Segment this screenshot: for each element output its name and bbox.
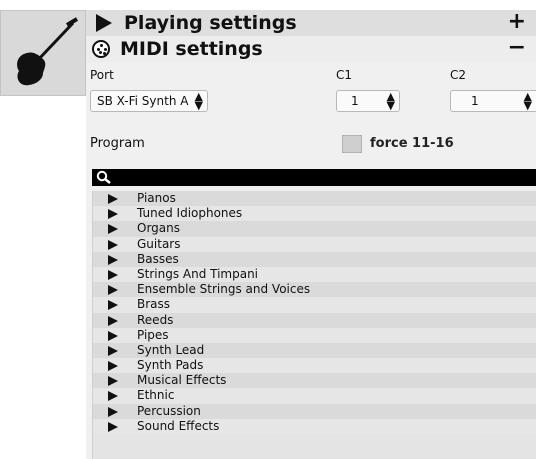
tree-item[interactable]: Pianos xyxy=(93,191,536,207)
expand-arrow-icon[interactable] xyxy=(108,209,118,220)
tree-item-label: Strings And Timpani xyxy=(137,266,259,281)
expand-arrow-icon[interactable] xyxy=(108,269,118,280)
instrument-tree: Pianos Tuned Idiophones Organs Guitars Basse… xyxy=(92,191,536,459)
expand-arrow-icon[interactable] xyxy=(108,194,118,204)
tree-item[interactable]: Reeds xyxy=(93,312,536,328)
expand-arrow-icon[interactable] xyxy=(108,406,118,417)
c2-label: C2 xyxy=(450,68,467,82)
tree-item[interactable]: Guitars xyxy=(93,236,536,252)
c1-select-value: 1 xyxy=(351,94,359,108)
expand-arrow-icon[interactable] xyxy=(108,330,118,341)
midi-settings-title: MIDI settings xyxy=(120,38,263,60)
expand-arrow-icon[interactable] xyxy=(108,224,118,235)
tree-item[interactable]: Basses xyxy=(93,251,536,267)
midi-connector-icon xyxy=(92,40,110,58)
tree-item[interactable]: Organs xyxy=(93,221,536,237)
tree-item[interactable]: Synth Lead xyxy=(93,342,536,359)
tree-item-label: Musical Effects xyxy=(137,373,227,388)
tree-item-label: Percussion xyxy=(137,403,201,418)
guitar-icon xyxy=(17,17,79,86)
expand-arrow-icon[interactable] xyxy=(108,391,118,402)
settings-panel: Playing settings + MIDI settings − Port … xyxy=(86,9,536,459)
expand-arrow-icon[interactable] xyxy=(108,376,118,387)
search-icon xyxy=(96,170,111,184)
expand-arrow-icon[interactable] xyxy=(108,285,118,296)
tree-item-label: Pipes xyxy=(137,327,169,342)
expand-arrow-icon[interactable] xyxy=(108,315,118,326)
tree-item-label: Sound Effects xyxy=(137,418,220,433)
tree-item[interactable]: Ensemble Strings and Voices xyxy=(93,282,536,298)
tree-item-label: Pianos xyxy=(137,191,176,205)
spinner-icon: ▲ ▼ xyxy=(386,90,395,112)
playing-settings-title: Playing settings xyxy=(124,12,297,34)
tree-item-label: Tuned Idiophones xyxy=(137,206,243,221)
program-label: Program xyxy=(90,136,145,151)
spinner-icon: ▲ ▼ xyxy=(194,90,203,112)
tree-item[interactable]: Musical Effects xyxy=(93,373,536,389)
tree-item[interactable]: Synth Pads xyxy=(93,358,536,374)
collapse-toggle[interactable]: − xyxy=(508,35,526,60)
expand-toggle[interactable]: + xyxy=(508,9,526,34)
chevron-right-icon xyxy=(96,14,112,32)
tree-item[interactable]: Tuned Idiophones xyxy=(93,206,536,222)
tree-item-label: Ensemble Strings and Voices xyxy=(137,282,311,297)
tree-item-label: Synth Lead xyxy=(137,342,205,357)
expand-arrow-icon[interactable] xyxy=(108,239,118,250)
tree-item-label: Guitars xyxy=(137,236,181,251)
port-select-value: SB X-Fi Synth A [CO xyxy=(97,94,193,108)
c2-select-value: 1 xyxy=(471,94,479,108)
tree-item-label: Organs xyxy=(137,221,180,236)
force-label: force 11-16 xyxy=(370,136,454,151)
tree-item[interactable]: Strings And Timpani xyxy=(93,266,536,283)
tree-item-label: Synth Pads xyxy=(137,358,204,373)
instrument-thumbnail xyxy=(0,10,86,96)
force-checkbox[interactable] xyxy=(342,135,362,153)
tree-item[interactable]: Percussion xyxy=(93,403,536,419)
tree-item[interactable]: Brass xyxy=(93,297,536,313)
tree-item-label: Basses xyxy=(137,251,179,266)
expand-arrow-icon[interactable] xyxy=(108,345,118,356)
tree-item-label: Reeds xyxy=(137,312,174,327)
tree-item[interactable]: Sound Effects xyxy=(93,418,536,434)
tree-item-label: Brass xyxy=(137,297,171,312)
tree-item-label: Ethnic xyxy=(137,388,175,403)
tree-item[interactable]: Ethnic xyxy=(93,388,536,404)
spinner-icon: ▲ ▼ xyxy=(523,90,532,112)
c2-select[interactable]: 1 ▲ ▼ xyxy=(450,90,536,112)
midi-settings-header[interactable]: MIDI settings − xyxy=(86,35,536,62)
playing-settings-header[interactable]: Playing settings + xyxy=(86,9,536,36)
expand-arrow-icon[interactable] xyxy=(108,300,118,311)
port-label: Port xyxy=(90,68,114,82)
c1-label: C1 xyxy=(336,68,353,82)
search-input[interactable] xyxy=(92,169,536,186)
tree-item[interactable]: Pipes xyxy=(93,327,536,343)
expand-arrow-icon[interactable] xyxy=(108,361,118,372)
expand-arrow-icon[interactable] xyxy=(108,254,118,265)
expand-arrow-icon[interactable] xyxy=(108,421,118,432)
port-select[interactable]: SB X-Fi Synth A [CO ▲▼ xyxy=(90,90,208,112)
c1-select[interactable]: 1 ▲ ▼ xyxy=(336,90,400,112)
